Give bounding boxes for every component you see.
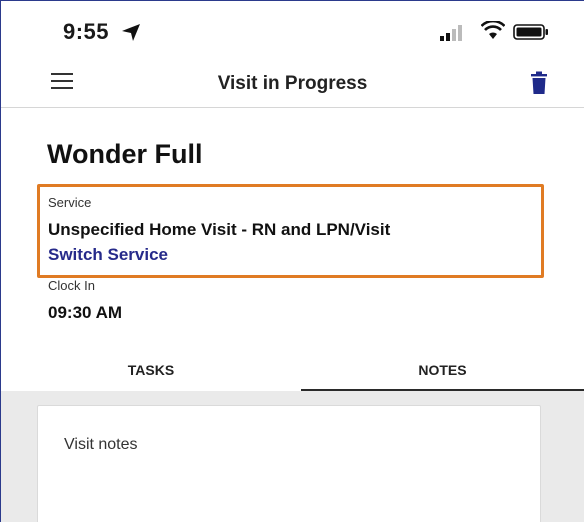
tab-tasks[interactable]: TASKS: [1, 351, 301, 389]
tab-notes[interactable]: NOTES: [301, 351, 584, 391]
cellular-signal-icon: [440, 25, 462, 41]
page-title: Visit in Progress: [217, 73, 368, 94]
trash-icon[interactable]: [528, 71, 550, 95]
clock-in-value: 09:30 AM: [48, 303, 123, 322]
location-arrow-icon: [122, 24, 140, 41]
phone-screen: 9:55 Visit in Progress Wonder Full Servi…: [0, 0, 584, 522]
wifi-icon: [481, 21, 505, 39]
service-label: Service: [48, 195, 92, 210]
visit-tabs: TASKS NOTES: [1, 351, 584, 391]
app-header: Visit in Progress: [1, 59, 584, 108]
status-bar: 9:55: [1, 1, 584, 59]
patient-name: Wonder Full: [47, 139, 203, 169]
battery-icon: [513, 24, 548, 40]
switch-service-link[interactable]: Switch Service: [48, 245, 168, 265]
status-time: 9:55: [63, 19, 110, 44]
visit-notes-placeholder: Visit notes: [64, 436, 138, 453]
visit-notes-field[interactable]: Visit notes: [37, 405, 541, 522]
clock-in-label: Clock In: [48, 278, 95, 293]
notes-panel: Visit notes: [1, 391, 584, 522]
service-value: Unspecified Home Visit - RN and LPN/Visi…: [48, 220, 391, 239]
